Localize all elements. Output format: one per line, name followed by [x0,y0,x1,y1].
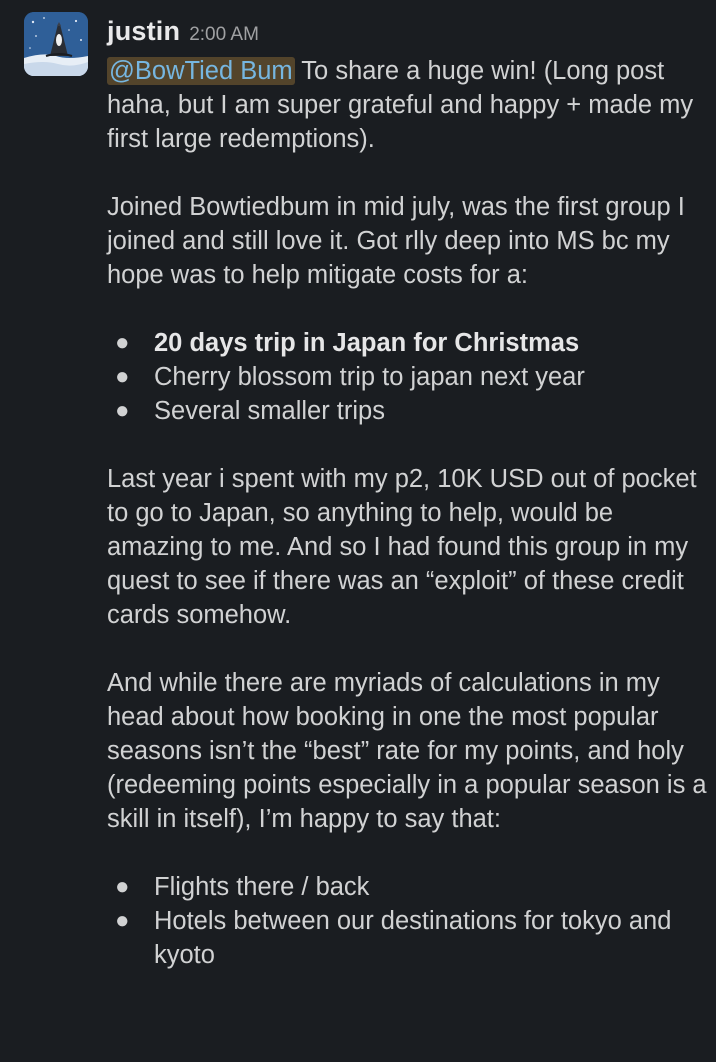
list-item: ● 20 days trip in Japan for Christmas [107,326,707,360]
chat-message: justin 2:00 AM @BowTied Bum To share a h… [0,0,716,1062]
paragraph-3: Last year i spent with my p2, 10K USD ou… [107,465,697,629]
bullet-icon: ● [115,329,130,356]
bullet-icon: ● [115,363,130,390]
message-content: justin 2:00 AM @BowTied Bum To share a h… [107,16,707,972]
bullet-icon: ● [115,873,130,900]
booked-list: ● Flights there / back ● Hotels between ou… [107,870,707,972]
paragraph-2: Joined Bowtiedbum in mid july, was the f… [107,193,685,289]
seal-on-ice-avatar-icon [24,12,88,76]
trip-list: ● 20 days trip in Japan for Christmas ● Ch… [107,326,707,428]
list-item: ● Hotels between our destinations for tok… [107,904,707,972]
intro-paragraph: @BowTied Bum To share a huge win! (Long … [107,54,707,156]
username[interactable]: justin [107,16,180,47]
timestamp[interactable]: 2:00 AM [189,24,259,46]
list-item: ● Cherry blossom trip to japan next year [107,360,707,394]
bullet-icon: ● [115,397,130,424]
avatar[interactable] [24,12,88,76]
paragraph-4: And while there are myriads of calculati… [107,669,707,833]
message-body: @BowTied Bum To share a huge win! (Long … [107,54,707,972]
list-item: ● Flights there / back [107,870,707,904]
list-item: ● Several smaller trips [107,394,707,428]
user-mention[interactable]: @BowTied Bum [107,57,295,85]
message-header: justin 2:00 AM [107,16,707,54]
bullet-icon: ● [115,907,130,934]
